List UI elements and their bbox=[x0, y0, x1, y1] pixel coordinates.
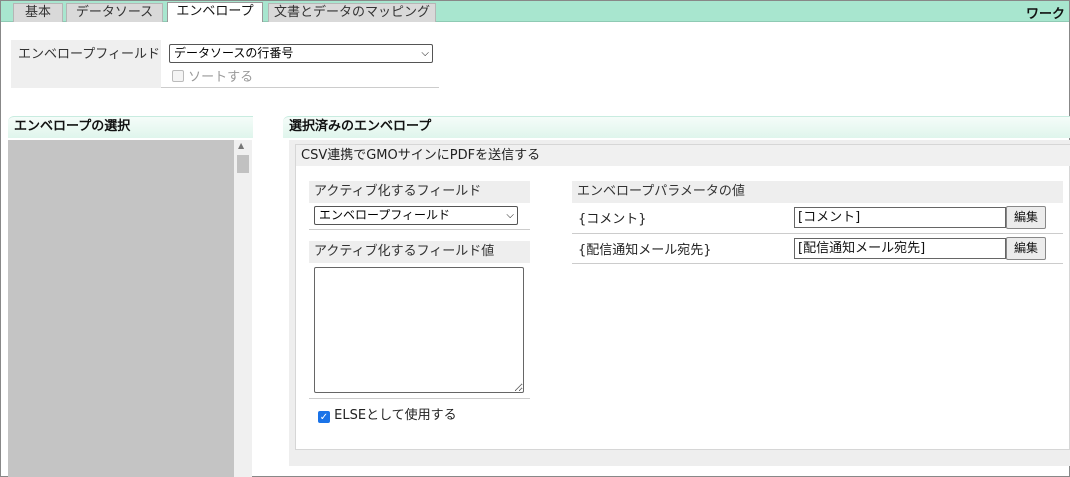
envelope-list[interactable] bbox=[8, 140, 252, 477]
scroll-thumb[interactable] bbox=[237, 155, 249, 173]
envelope-list-scrollbar[interactable]: ▲ bbox=[234, 140, 252, 477]
edit-button[interactable]: 編集 bbox=[1006, 237, 1046, 260]
else-option[interactable]: ✓ ELSEとして使用する bbox=[318, 404, 457, 423]
params-header: エンベロープパラメータの値 bbox=[572, 181, 1063, 203]
param-value-input[interactable]: [配信通知メール宛先] bbox=[794, 238, 1006, 259]
envelope-name: CSV連携でGMOサインにPDFを送信する bbox=[296, 145, 1070, 166]
divider bbox=[572, 263, 1063, 264]
envelope-selection-header: エンベロープの選択 bbox=[8, 116, 253, 138]
edit-button[interactable]: 編集 bbox=[1006, 206, 1046, 229]
tab-document-data-mapping[interactable]: 文書とデータのマッピング bbox=[268, 3, 436, 22]
tab-basic[interactable]: 基本 bbox=[13, 3, 63, 22]
envelope-field-select[interactable]: データソースの行番号 ⌵ bbox=[169, 44, 433, 63]
activate-value-textarea[interactable] bbox=[314, 267, 524, 393]
chevron-down-icon: ⌵ bbox=[421, 48, 429, 59]
activate-field-select[interactable]: エンベロープフィールド ⌵ bbox=[314, 206, 518, 225]
scroll-up-icon[interactable]: ▲ bbox=[238, 141, 244, 150]
param-value-input[interactable]: [コメント] bbox=[794, 207, 1006, 228]
param-name: {コメント} bbox=[578, 212, 647, 227]
tab-datasource[interactable]: データソース bbox=[66, 3, 163, 22]
divider bbox=[572, 233, 1063, 234]
window-title: ワーク bbox=[1025, 7, 1065, 22]
selected-envelopes-header: 選択済みのエンベロープ bbox=[283, 116, 1070, 138]
envelope-field-select-value: データソースの行番号 bbox=[174, 46, 294, 60]
tab-bar: 基本 データソース エンベロープ 文書とデータのマッピング ワーク bbox=[1, 1, 1069, 22]
activate-field-header: アクティブ化するフィールド bbox=[309, 181, 530, 203]
else-label: ELSEとして使用する bbox=[334, 408, 457, 423]
tab-envelope[interactable]: エンベロープ bbox=[167, 2, 263, 22]
envelope-field-label: エンベロープフィールド bbox=[11, 40, 161, 88]
sort-label: ソートする bbox=[188, 70, 254, 85]
activate-value-header: アクティブ化するフィールド値 bbox=[309, 241, 530, 263]
chevron-down-icon: ⌵ bbox=[506, 210, 514, 221]
sort-option[interactable]: ソートする bbox=[172, 66, 253, 85]
else-checkbox[interactable]: ✓ bbox=[318, 411, 330, 423]
sort-checkbox[interactable] bbox=[172, 70, 184, 82]
param-name: {配信通知メール宛先} bbox=[578, 243, 712, 258]
activate-field-select-value: エンベロープフィールド bbox=[319, 208, 451, 222]
divider bbox=[309, 229, 530, 230]
divider bbox=[309, 398, 530, 399]
